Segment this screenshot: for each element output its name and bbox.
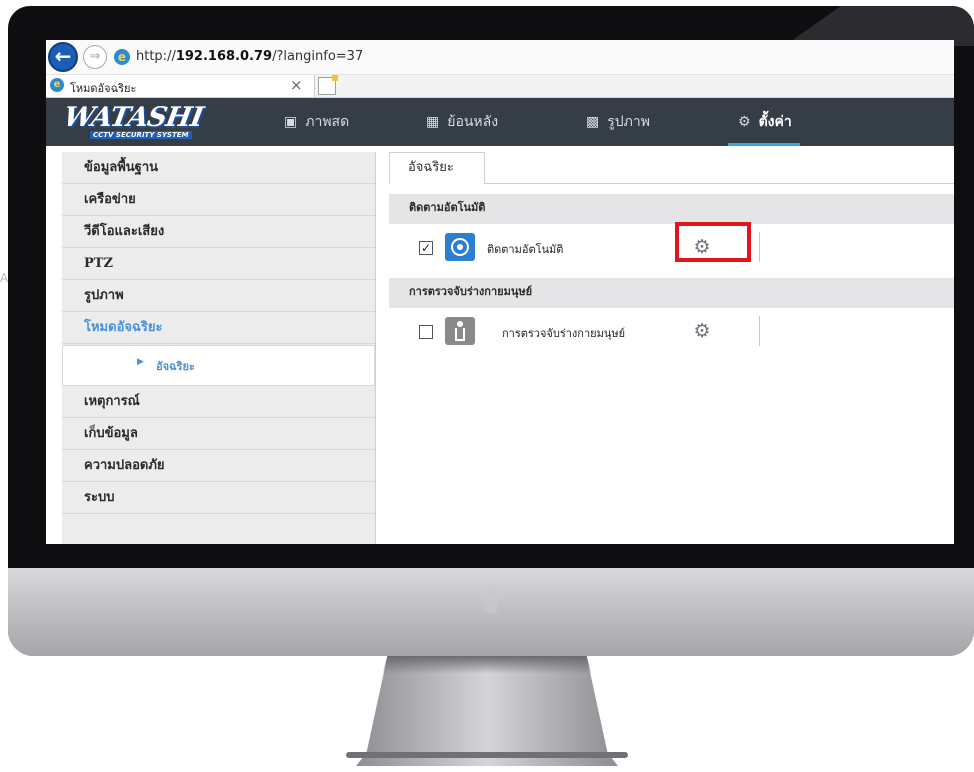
sidebar-item-network[interactable]: เครือข่าย [62, 184, 375, 216]
image-icon: ▩ [586, 114, 600, 130]
browser-tab[interactable]: e โหมดอัจฉริยะ × [46, 75, 315, 97]
gear-icon: ⚙ [738, 114, 751, 130]
url-field[interactable]: http://192.168.0.79/?langinfo=37 [136, 49, 363, 64]
triangle-right-icon: ▶ [137, 357, 144, 367]
human-detection-row: การตรวจจับร่างกายมนุษย์ ⚙ [389, 312, 954, 354]
human-detection-checkbox[interactable] [419, 325, 433, 339]
stand-base [346, 752, 628, 758]
vertical-divider [759, 232, 760, 262]
auto-tracking-label: ติดตามอัตโนมัติ [487, 243, 564, 256]
auto-tracking-checkbox[interactable]: ✓ [419, 241, 433, 255]
stray-letter: A [0, 271, 9, 285]
url-path: /?langinfo=37 [272, 49, 364, 64]
url-prefix: http:// [136, 49, 176, 64]
monitor-icon: ▣ [284, 114, 298, 130]
red-highlight-box [675, 222, 751, 262]
auto-tracking-row: ✓ ติดตามอัตโนมัติ ⚙ [389, 222, 954, 270]
nav-playback[interactable]: ▦ ย้อนหลัง [426, 98, 498, 146]
tab-underline [485, 183, 954, 184]
sidebar-item-events[interactable]: เหตุการณ์ [62, 386, 375, 418]
monitor-chin [8, 568, 974, 656]
human-detection-label: การตรวจจับร่างกายมนุษย์ [502, 327, 626, 340]
nav-settings-label: ตั้งค่า [758, 114, 792, 130]
human-body-icon [445, 317, 475, 345]
nav-settings[interactable]: ⚙ ตั้งค่า [728, 98, 800, 146]
sidebar-subitem-label: อัจฉริยะ [156, 360, 195, 373]
ie-tab-icon: e [50, 78, 64, 92]
back-arrow-icon[interactable]: ← [48, 42, 78, 72]
watashi-logo: WATASHI CCTV SECURITY SYSTEM [61, 102, 236, 142]
close-icon[interactable]: × [290, 76, 303, 94]
sidebar-item-security[interactable]: ความปลอดภัย [62, 450, 375, 482]
sidebar-item-video-audio[interactable]: วีดีโอและเสียง [62, 216, 375, 248]
apple-logo-icon [484, 586, 498, 614]
vertical-divider [759, 316, 760, 346]
sidebar-item-basic-info[interactable]: ข้อมูลพื้นฐาน [62, 152, 375, 184]
sidebar-item-storage[interactable]: เก็บข้อมูล [62, 418, 375, 450]
browser-screen: ← ⇒ e http://192.168.0.79/?langinfo=37 e… [46, 40, 954, 544]
tab-strip: e โหมดอัจฉริยะ × [46, 75, 954, 98]
film-icon: ▦ [426, 114, 440, 130]
monitor-frame: ← ⇒ e http://192.168.0.79/?langinfo=37 e… [8, 6, 974, 656]
sidebar-item-ptz[interactable]: PTZ [62, 248, 375, 280]
nav-playback-label: ย้อนหลัง [447, 114, 499, 130]
sidebar-item-system[interactable]: ระบบ [62, 482, 375, 514]
settings-content: อัจฉริยะ ติดตามอัตโนมัติ ✓ ติดตามอัตโนมั… [389, 152, 954, 544]
gear-icon[interactable]: ⚙ [690, 319, 714, 343]
new-tab-icon[interactable] [318, 75, 338, 95]
nav-picture-label: รูปภาพ [607, 114, 650, 130]
tab-title: โหมดอัจฉริยะ [70, 82, 137, 95]
sidebar-item-smart-mode[interactable]: โหมดอัจฉริยะ [62, 312, 375, 344]
forward-arrow-icon[interactable]: ⇒ [83, 45, 107, 69]
target-icon [445, 233, 475, 261]
nav-picture[interactable]: ▩ รูปภาพ [586, 98, 650, 146]
nav-live[interactable]: ▣ ภาพสด [284, 98, 349, 146]
address-bar: ← ⇒ e http://192.168.0.79/?langinfo=37 [46, 40, 954, 75]
settings-sidebar: ข้อมูลพื้นฐาน เครือข่าย วีดีโอและเสียง P… [62, 152, 376, 544]
section-human-detection-title: การตรวจจับร่างกายมนุษย์ [389, 278, 954, 308]
nav-live-label: ภาพสด [305, 114, 350, 130]
logo-text: ATASHI [88, 102, 206, 133]
url-host: 192.168.0.79 [175, 49, 273, 64]
app-header: WATASHI CCTV SECURITY SYSTEM ▣ ภาพสด ▦ ย้อ… [46, 98, 954, 146]
stand-shadow [382, 656, 592, 674]
tab-smart[interactable]: อัจฉริยะ [389, 152, 485, 184]
ie-logo-icon: e [114, 49, 130, 65]
section-auto-tracking-title: ติดตามอัตโนมัติ [389, 194, 954, 224]
logo-subtitle: CCTV SECURITY SYSTEM [90, 131, 192, 139]
sidebar-item-image[interactable]: รูปภาพ [62, 280, 375, 312]
sidebar-subitem-smart[interactable]: ▶ อัจฉริยะ [62, 345, 375, 386]
